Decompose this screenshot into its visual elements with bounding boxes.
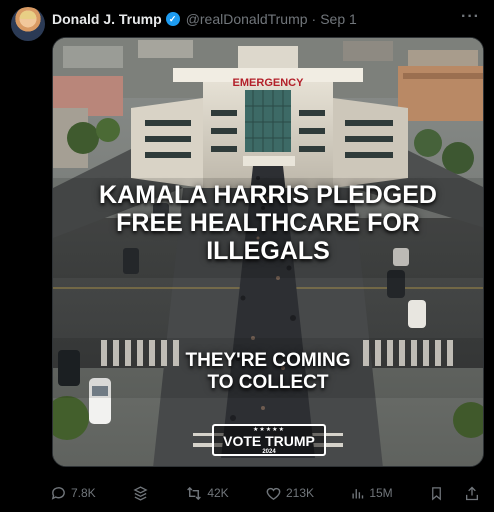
share-icon bbox=[465, 486, 478, 500]
views-count: 15M bbox=[369, 486, 393, 500]
emergency-sign: EMERGENCY bbox=[233, 77, 305, 89]
views-icon bbox=[352, 488, 364, 498]
like-button[interactable]: 213K bbox=[265, 485, 314, 502]
action-bar-right bbox=[429, 485, 480, 502]
image-subline: THEY'RE COMING TO COLLECT bbox=[53, 350, 483, 394]
bookmark-icon bbox=[432, 486, 441, 500]
verified-badge-icon[interactable]: ✓ bbox=[165, 12, 180, 26]
reply-icon bbox=[51, 486, 65, 500]
heart-icon bbox=[266, 487, 281, 500]
reply-button[interactable]: 7.8K bbox=[50, 485, 96, 502]
avatar[interactable] bbox=[11, 7, 45, 41]
repost-count: 42K bbox=[207, 486, 229, 500]
more-options-icon[interactable]: ··· bbox=[461, 8, 480, 26]
image-subline-line-1: THEY'RE COMING bbox=[185, 350, 351, 371]
repost-button[interactable]: 42K bbox=[185, 485, 229, 502]
like-count: 213K bbox=[285, 486, 315, 500]
share-button[interactable] bbox=[464, 485, 480, 502]
image-headline: KAMALA HARRIS PLEDGED FREE HEALTHCARE FO… bbox=[99, 181, 437, 265]
user-handle[interactable]: @realDonaldTrump bbox=[186, 10, 308, 28]
tweet-header: Donald J. Trump ✓ @realDonaldTrump · Sep… bbox=[52, 10, 458, 28]
action-bar: 7.8K 42K 213K 15M bbox=[50, 483, 480, 503]
views-button[interactable]: 15M bbox=[350, 486, 393, 501]
bookmark-button[interactable] bbox=[429, 485, 444, 502]
reply-count: 7.8K bbox=[71, 486, 96, 500]
separator-dot: · bbox=[311, 11, 317, 27]
display-name[interactable]: Donald J. Trump bbox=[52, 10, 162, 28]
vote-trump-badge: ★★★★★ VOTE TRUMP 2024 bbox=[212, 424, 326, 456]
grok-button[interactable] bbox=[132, 485, 149, 502]
badge-text: VOTE TRUMP bbox=[223, 433, 315, 449]
grok-icon bbox=[133, 485, 148, 501]
post-image[interactable]: EMERGENCY KAMALA HARRIS PLEDGED FREE HEA… bbox=[52, 37, 484, 467]
repost-icon bbox=[187, 486, 202, 500]
badge-year: 2024 bbox=[262, 449, 276, 455]
image-subline-line-2: TO COLLECT bbox=[207, 372, 329, 393]
post-date[interactable]: Sep 1 bbox=[320, 10, 357, 28]
